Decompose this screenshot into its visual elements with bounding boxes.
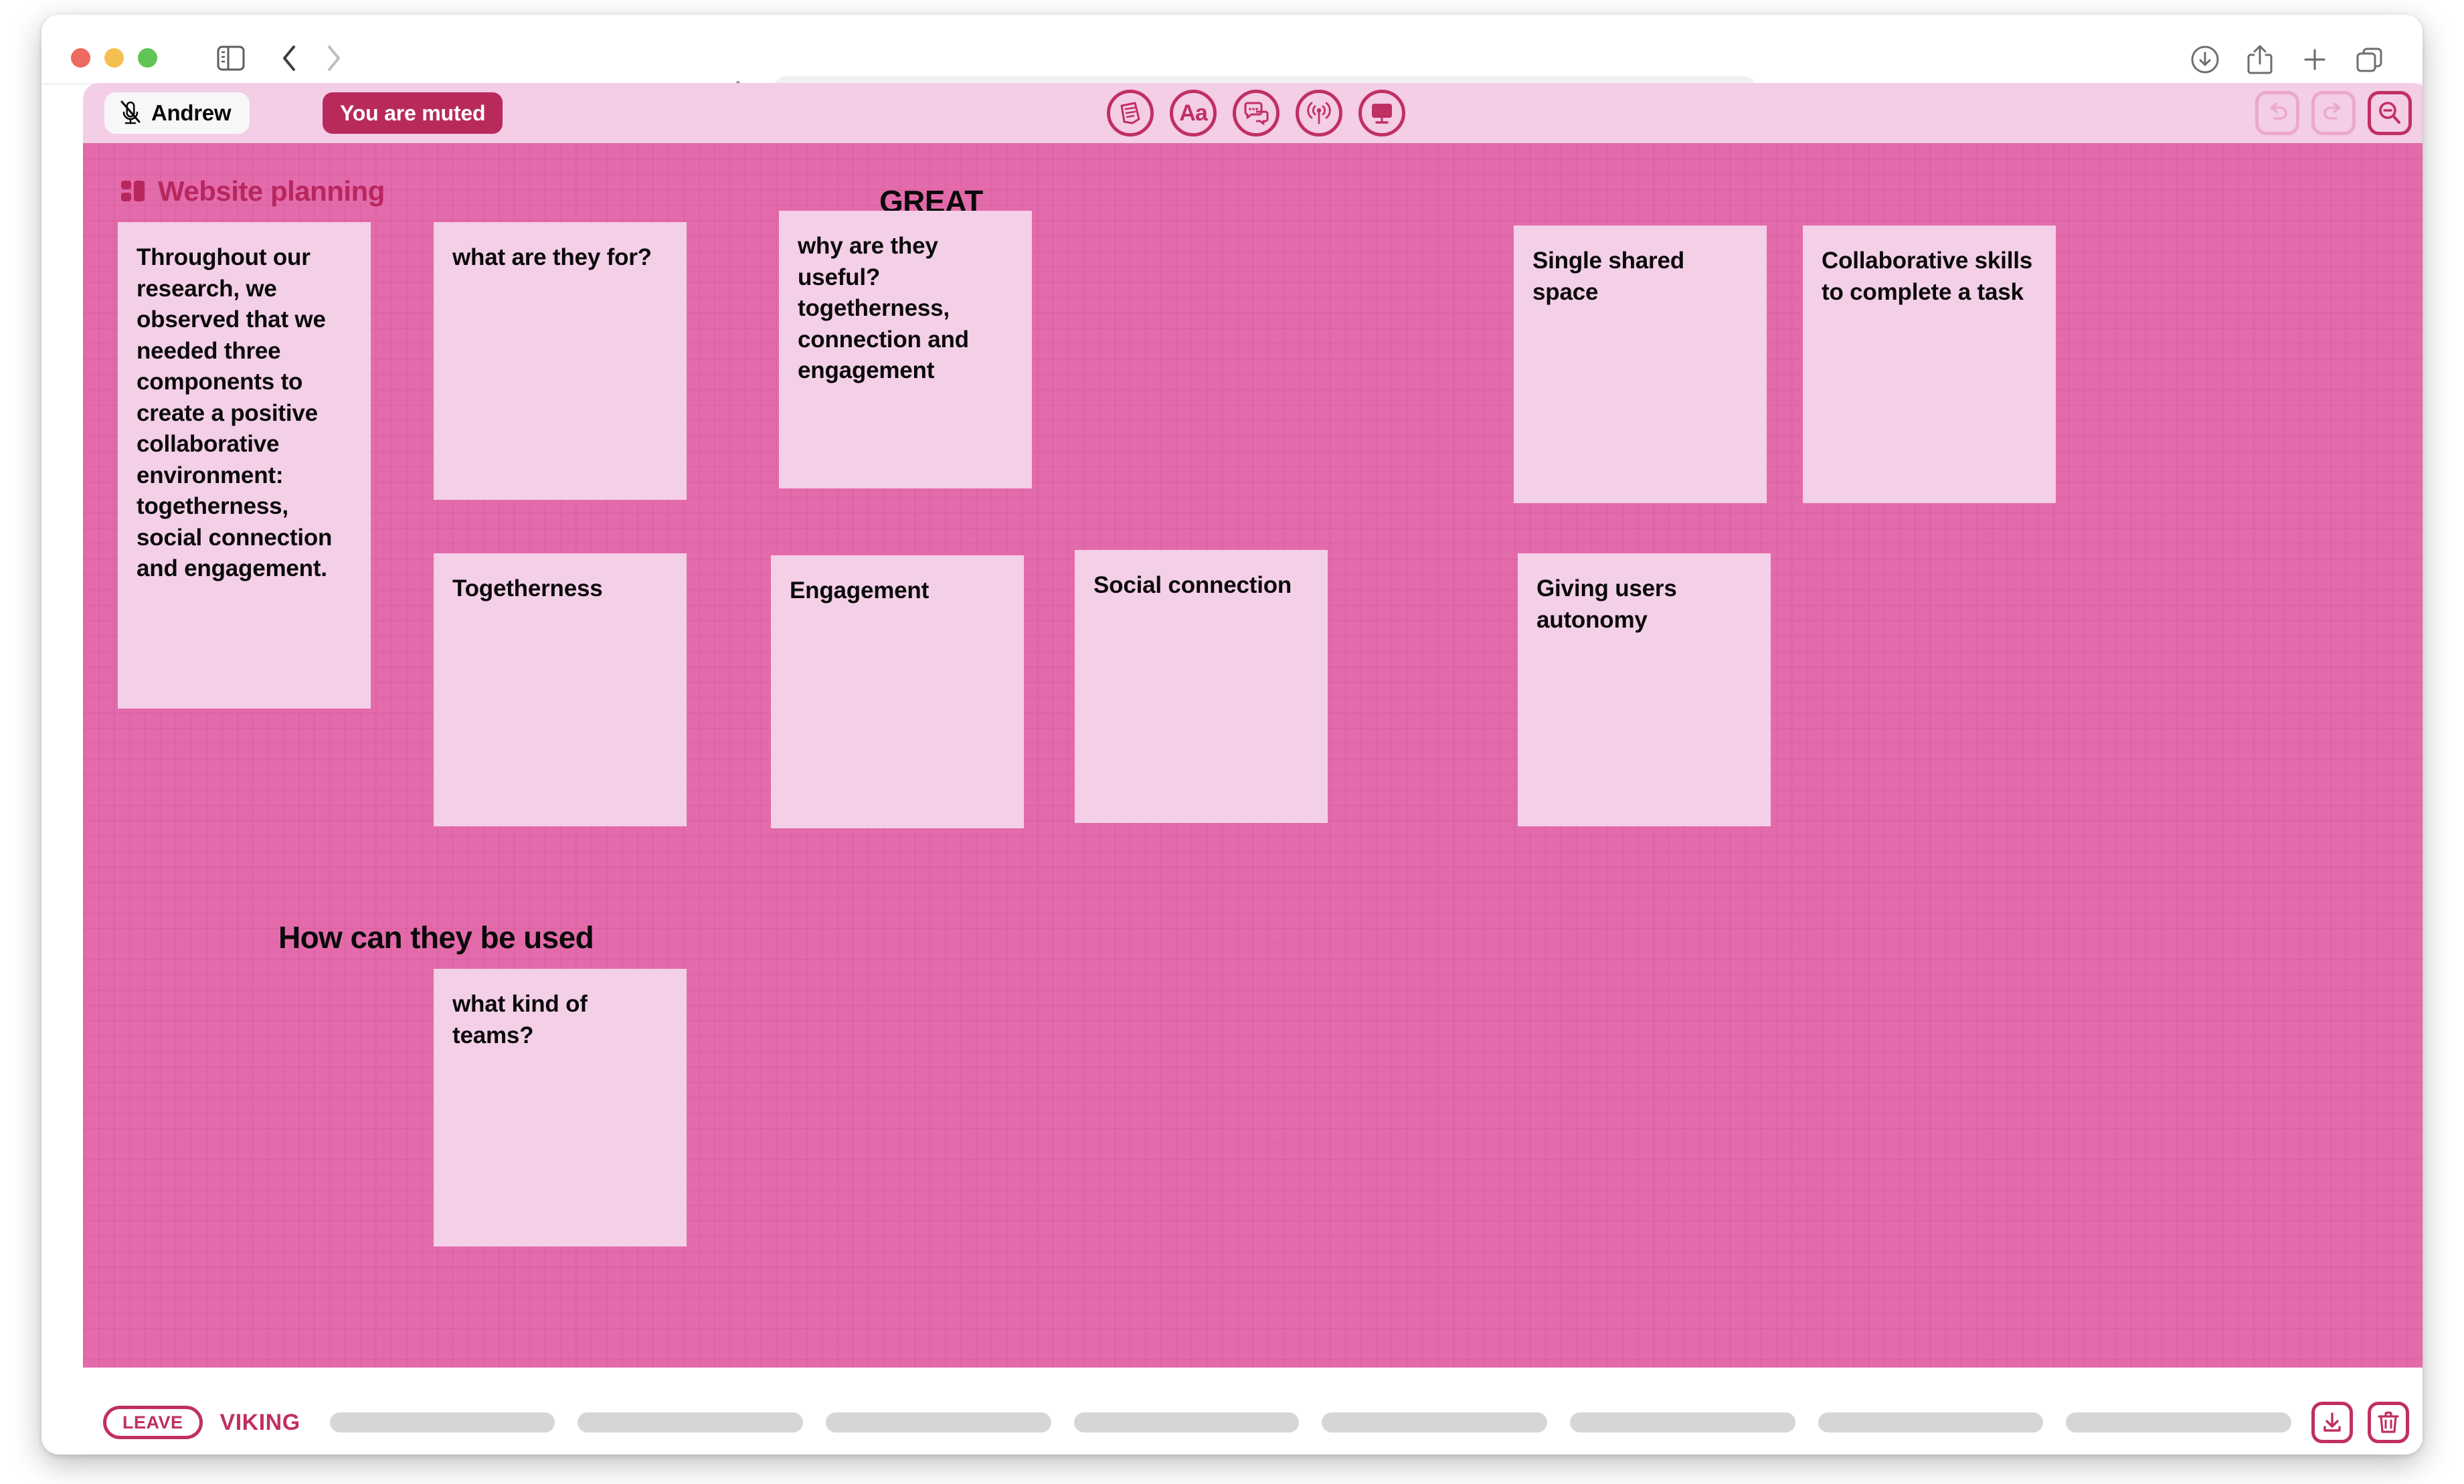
- close-window-button[interactable]: [71, 48, 90, 68]
- sidebar-toggle-icon[interactable]: [217, 45, 245, 71]
- sticky-note[interactable]: Engagement: [771, 555, 1024, 828]
- browser-window: Andrew You are muted Aa Website planning…: [41, 15, 2423, 1455]
- maximize-window-button[interactable]: [138, 48, 157, 68]
- room-name-label: VIKING: [219, 1409, 300, 1435]
- share-icon[interactable]: [2245, 44, 2275, 75]
- sticky-note[interactable]: Social connection: [1075, 550, 1328, 823]
- desktop-background: Andrew You are muted Aa Website planning…: [0, 0, 2464, 1484]
- participant-slot[interactable]: [825, 1412, 1051, 1432]
- app-footer: LEAVE VIKING: [83, 1390, 2423, 1455]
- header-right-controls: [2255, 91, 2412, 135]
- minimize-window-button[interactable]: [104, 48, 124, 68]
- participant-slot[interactable]: [1073, 1412, 1300, 1432]
- user-name-label: Andrew: [151, 100, 232, 125]
- footer-actions: [2311, 1402, 2409, 1443]
- browser-toolbar: [41, 15, 2423, 122]
- sticky-note-text: Throughout our research, we observed tha…: [137, 244, 339, 582]
- download-board-button[interactable]: [2311, 1402, 2353, 1443]
- board-canvas[interactable]: Website planning GREAT How can they be u…: [83, 143, 2423, 1368]
- redo-arrow-icon: [2321, 102, 2346, 124]
- undo-arrow-icon: [2265, 102, 2290, 124]
- text-aa-icon: Aa: [1179, 100, 1207, 126]
- sticky-note-text: Togetherness: [452, 575, 603, 601]
- broadcast-tool-button[interactable]: [1296, 90, 1342, 136]
- sticky-note[interactable]: Throughout our research, we observed tha…: [118, 222, 371, 709]
- sticky-note-text: Social connection: [1093, 572, 1292, 598]
- app-header: Andrew You are muted Aa: [83, 83, 2423, 143]
- screen-share-tool-button[interactable]: [1358, 90, 1405, 136]
- chat-bubble-icon: [1243, 101, 1269, 125]
- downloads-icon[interactable]: [2190, 44, 2220, 75]
- sticky-note-text: Engagement: [790, 577, 930, 604]
- new-tab-icon[interactable]: [2299, 44, 2330, 75]
- leave-button[interactable]: LEAVE: [103, 1406, 203, 1439]
- participant-slot[interactable]: [329, 1412, 555, 1432]
- sticky-note[interactable]: Togetherness: [434, 553, 687, 826]
- zoom-out-button[interactable]: [2368, 91, 2412, 135]
- sticky-note-text: what are they for?: [452, 244, 652, 270]
- window-traffic-lights: [71, 48, 157, 68]
- chat-tool-button[interactable]: [1233, 90, 1280, 136]
- redo-button[interactable]: [2311, 91, 2356, 135]
- sticky-note-text: why are they useful? togetherness, conne…: [798, 233, 976, 384]
- undo-button[interactable]: [2255, 91, 2299, 135]
- zoom-out-icon: [2377, 100, 2402, 126]
- participant-slots: [329, 1412, 2292, 1432]
- sticky-note[interactable]: Giving users autonomy: [1518, 553, 1771, 826]
- sticky-note-text: Single shared space: [1532, 248, 1691, 305]
- sticky-note-text: Giving users autonomy: [1536, 575, 1684, 633]
- sticky-note-text: what kind of teams?: [452, 991, 594, 1048]
- browser-right-actions: [2190, 44, 2385, 75]
- download-icon: [2321, 1411, 2344, 1434]
- app-header-bar: Andrew You are muted Aa: [83, 83, 2423, 143]
- sticky-note[interactable]: why are they useful? togetherness, conne…: [779, 211, 1032, 488]
- back-arrow-icon[interactable]: [276, 44, 302, 72]
- trash-icon: [2378, 1411, 2399, 1434]
- sticky-note-icon: [1118, 100, 1143, 126]
- sticky-note[interactable]: what kind of teams?: [434, 969, 687, 1246]
- board-grid-icon: [120, 180, 146, 203]
- board-tool-bar: Aa: [1107, 90, 1405, 136]
- board-title: Website planning: [158, 175, 385, 207]
- sticky-note[interactable]: Collaborative skills to complete a task: [1803, 225, 2056, 503]
- participant-slot[interactable]: [1818, 1412, 2044, 1432]
- muted-status-badge: You are muted: [323, 92, 503, 134]
- sticky-note-text: Collaborative skills to complete a task: [1822, 248, 2039, 305]
- text-tool-button[interactable]: Aa: [1170, 90, 1217, 136]
- delete-board-button[interactable]: [2368, 1402, 2409, 1443]
- sticky-note-tool-button[interactable]: [1107, 90, 1154, 136]
- board-title-row: Website planning: [120, 175, 385, 207]
- participant-slot[interactable]: [1570, 1412, 1795, 1432]
- participant-slot[interactable]: [1322, 1412, 1547, 1432]
- participant-slot[interactable]: [2066, 1412, 2292, 1432]
- monitor-icon: [1369, 101, 1395, 125]
- broadcast-icon: [1306, 100, 1332, 126]
- section-heading-how-can-they-be-used: How can they be used: [278, 920, 594, 955]
- participant-slot[interactable]: [578, 1412, 803, 1432]
- microphone-muted-icon: [119, 100, 142, 126]
- sticky-note[interactable]: what are they for?: [434, 222, 687, 500]
- user-chip[interactable]: Andrew: [104, 92, 250, 134]
- tab-overview-icon[interactable]: [2354, 44, 2385, 75]
- forward-arrow-icon[interactable]: [320, 44, 347, 72]
- sticky-note[interactable]: Single shared space: [1514, 225, 1767, 503]
